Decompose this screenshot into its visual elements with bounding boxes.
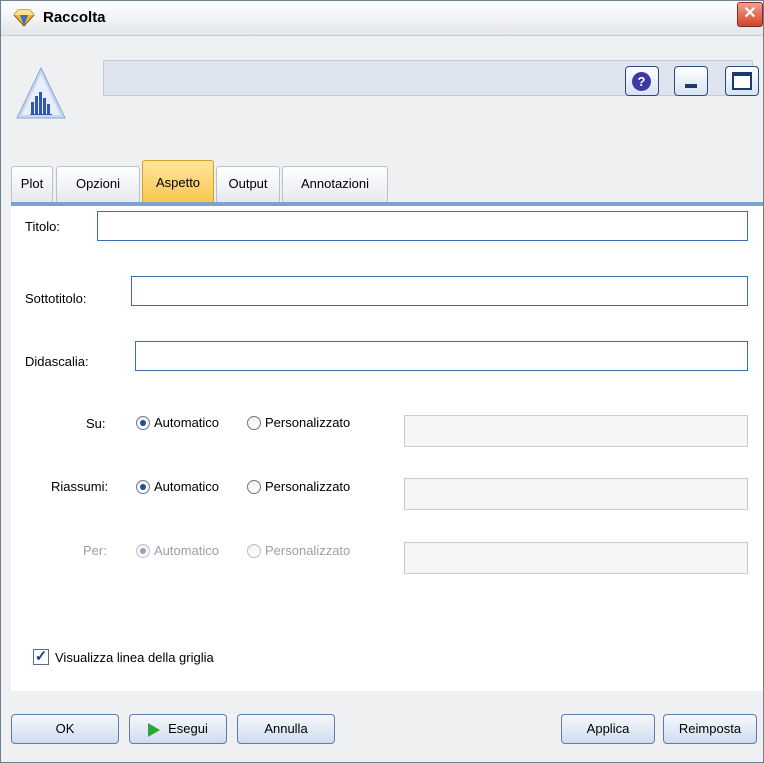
caption-input[interactable] bbox=[135, 341, 748, 371]
title-input[interactable] bbox=[97, 211, 748, 241]
tab-strip: Plot Opzioni Aspetto Output Annotazioni bbox=[1, 152, 763, 205]
ok-button[interactable]: OK bbox=[11, 714, 119, 744]
su-label: Su: bbox=[86, 416, 106, 431]
tab-output[interactable]: Output bbox=[216, 166, 280, 202]
close-button[interactable]: ✕ bbox=[737, 2, 763, 27]
gridlines-checkbox[interactable]: ✓ bbox=[33, 649, 49, 665]
apply-button[interactable]: Applica bbox=[561, 714, 655, 744]
per-automatico-label: Automatico bbox=[154, 543, 220, 558]
su-automatico-label: Automatico bbox=[154, 415, 220, 430]
play-icon bbox=[148, 722, 161, 737]
per-value-field bbox=[404, 542, 748, 574]
su-value-field[interactable] bbox=[404, 415, 748, 447]
maximize-button[interactable] bbox=[725, 66, 759, 96]
aspetto-panel: Titolo: Sottotitolo: Didascalia: Su: Aut… bbox=[11, 206, 763, 691]
tab-aspetto[interactable]: Aspetto bbox=[142, 160, 214, 204]
riassumi-personalizzato-label: Personalizzato bbox=[265, 479, 351, 494]
per-personalizzato-radio bbox=[247, 544, 261, 558]
reset-button[interactable]: Reimposta bbox=[663, 714, 757, 744]
per-automatico-radio bbox=[136, 544, 150, 558]
collection-node-icon bbox=[16, 66, 66, 119]
node-header: ? bbox=[1, 36, 763, 152]
caption-label: Didascalia: bbox=[25, 354, 89, 369]
subtitle-label: Sottotitolo: bbox=[25, 291, 87, 306]
diamond-app-icon bbox=[13, 9, 35, 27]
su-personalizzato-radio[interactable] bbox=[247, 416, 261, 430]
window-title: Raccolta bbox=[43, 9, 106, 26]
riassumi-value-field[interactable] bbox=[404, 478, 748, 510]
tab-annotazioni[interactable]: Annotazioni bbox=[282, 166, 388, 202]
tab-plot[interactable]: Plot bbox=[11, 166, 53, 202]
minimize-icon bbox=[685, 84, 697, 88]
su-personalizzato-label: Personalizzato bbox=[265, 415, 351, 430]
per-personalizzato-label: Personalizzato bbox=[265, 543, 351, 558]
riassumi-label: Riassumi: bbox=[51, 479, 109, 494]
cancel-button[interactable]: Annulla bbox=[237, 714, 335, 744]
riassumi-automatico-label: Automatico bbox=[154, 479, 220, 494]
per-label: Per: bbox=[83, 543, 107, 558]
button-bar: OK Esegui Annulla Applica Reimposta bbox=[1, 691, 763, 762]
run-button-label: Esegui bbox=[168, 721, 208, 736]
title-label: Titolo: bbox=[25, 219, 60, 234]
tab-opzioni[interactable]: Opzioni bbox=[56, 166, 140, 202]
help-button[interactable]: ? bbox=[625, 66, 659, 96]
subtitle-input[interactable] bbox=[131, 276, 748, 306]
run-button[interactable]: Esegui bbox=[129, 714, 227, 744]
help-icon: ? bbox=[632, 72, 651, 91]
minimize-button[interactable] bbox=[674, 66, 708, 96]
riassumi-personalizzato-radio[interactable] bbox=[247, 480, 261, 494]
maximize-icon bbox=[732, 72, 752, 90]
dialog-window: Raccolta ✕ ? Plot Opzioni Aspetto Output… bbox=[0, 0, 764, 763]
checkmark-icon: ✓ bbox=[34, 648, 48, 665]
su-automatico-radio[interactable] bbox=[136, 416, 150, 430]
gridlines-label: Visualizza linea della griglia bbox=[55, 650, 214, 665]
title-bar[interactable]: Raccolta ✕ bbox=[1, 1, 763, 36]
close-icon: ✕ bbox=[743, 5, 757, 22]
riassumi-automatico-radio[interactable] bbox=[136, 480, 150, 494]
